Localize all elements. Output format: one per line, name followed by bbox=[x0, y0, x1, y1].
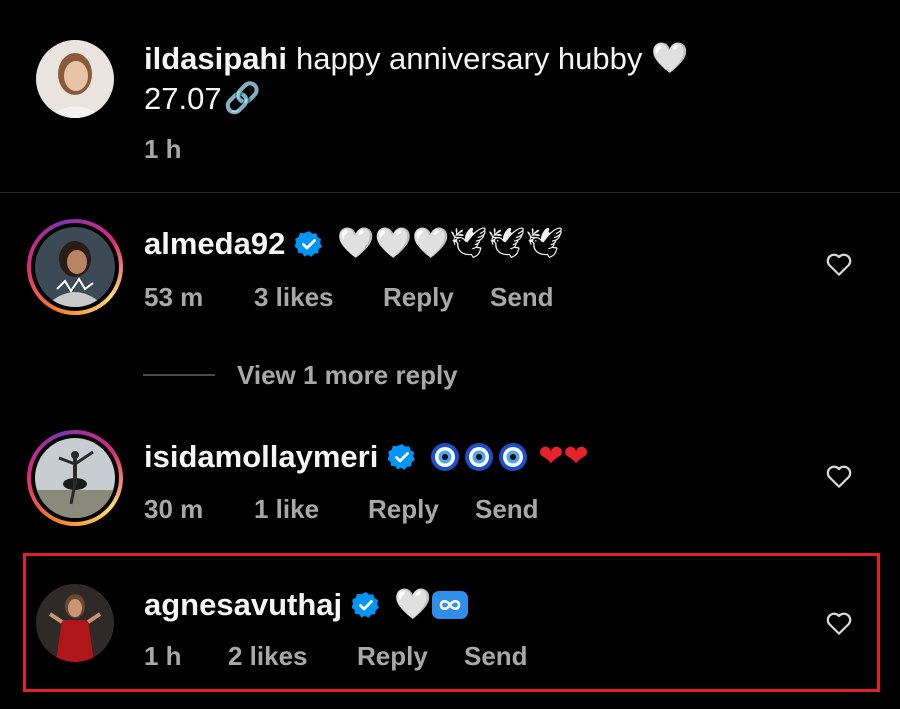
nazar-eye-icon bbox=[430, 442, 460, 472]
link-emoji: 🔗 bbox=[223, 81, 261, 116]
comment-username[interactable]: isidamollaymeri bbox=[144, 438, 378, 476]
white-heart-emoji: 🤍 bbox=[651, 41, 689, 76]
reply-button[interactable]: Reply bbox=[383, 282, 454, 313]
view-more-replies-label[interactable]: View 1 more reply bbox=[237, 360, 458, 391]
replies-divider-line bbox=[143, 374, 215, 376]
comment-likes[interactable]: 2 likes bbox=[228, 641, 308, 672]
caption-divider bbox=[0, 192, 900, 193]
view-more-replies[interactable]: View 1 more reply bbox=[143, 358, 458, 392]
nazar-eye-icon bbox=[498, 442, 528, 472]
comment-avatar[interactable] bbox=[36, 584, 114, 662]
comment-username[interactable]: almeda92 bbox=[144, 225, 285, 263]
verified-badge-icon bbox=[388, 443, 416, 471]
like-heart-icon[interactable] bbox=[824, 608, 854, 638]
comment-time: 53 m bbox=[144, 282, 204, 312]
comment-likes[interactable]: 1 like bbox=[254, 494, 319, 525]
caption-username[interactable]: ildasipahi bbox=[144, 40, 287, 78]
comment-avatar bbox=[35, 438, 115, 518]
like-heart-icon[interactable] bbox=[824, 461, 854, 491]
send-button[interactable]: Send bbox=[475, 494, 539, 525]
comment-avatar-story-ring[interactable] bbox=[27, 219, 123, 315]
comment-avatar bbox=[35, 227, 115, 307]
comment-username[interactable]: agnesavuthaj bbox=[144, 586, 342, 624]
caption-time: 1 h bbox=[144, 134, 182, 164]
caption-date: 27.07 bbox=[144, 81, 222, 116]
nazar-eye-icon bbox=[464, 442, 494, 472]
caption-text: happy anniversary hubby bbox=[295, 41, 643, 76]
send-button[interactable]: Send bbox=[490, 282, 554, 313]
post-caption: ildasipahi happy anniversary hubby 🤍 27.… bbox=[0, 0, 900, 192]
reply-button[interactable]: Reply bbox=[357, 641, 428, 672]
infinity-icon bbox=[431, 590, 469, 620]
caption-avatar[interactable] bbox=[36, 40, 114, 118]
reply-button[interactable]: Reply bbox=[368, 494, 439, 525]
like-heart-icon[interactable] bbox=[824, 249, 854, 279]
comment-time: 1 h bbox=[144, 641, 182, 671]
white-heart-emoji: 🤍 bbox=[394, 587, 432, 622]
send-button[interactable]: Send bbox=[464, 641, 528, 672]
comment-avatar-story-ring[interactable] bbox=[27, 430, 123, 526]
comment-emojis: 🤍🤍🤍🕊🕊🕊 bbox=[337, 226, 564, 261]
red-heart-emojis: ❤❤ bbox=[538, 439, 589, 474]
verified-badge-icon bbox=[295, 230, 323, 258]
comment-time: 30 m bbox=[144, 494, 204, 524]
verified-badge-icon bbox=[352, 591, 380, 619]
comment-likes[interactable]: 3 likes bbox=[254, 282, 334, 313]
